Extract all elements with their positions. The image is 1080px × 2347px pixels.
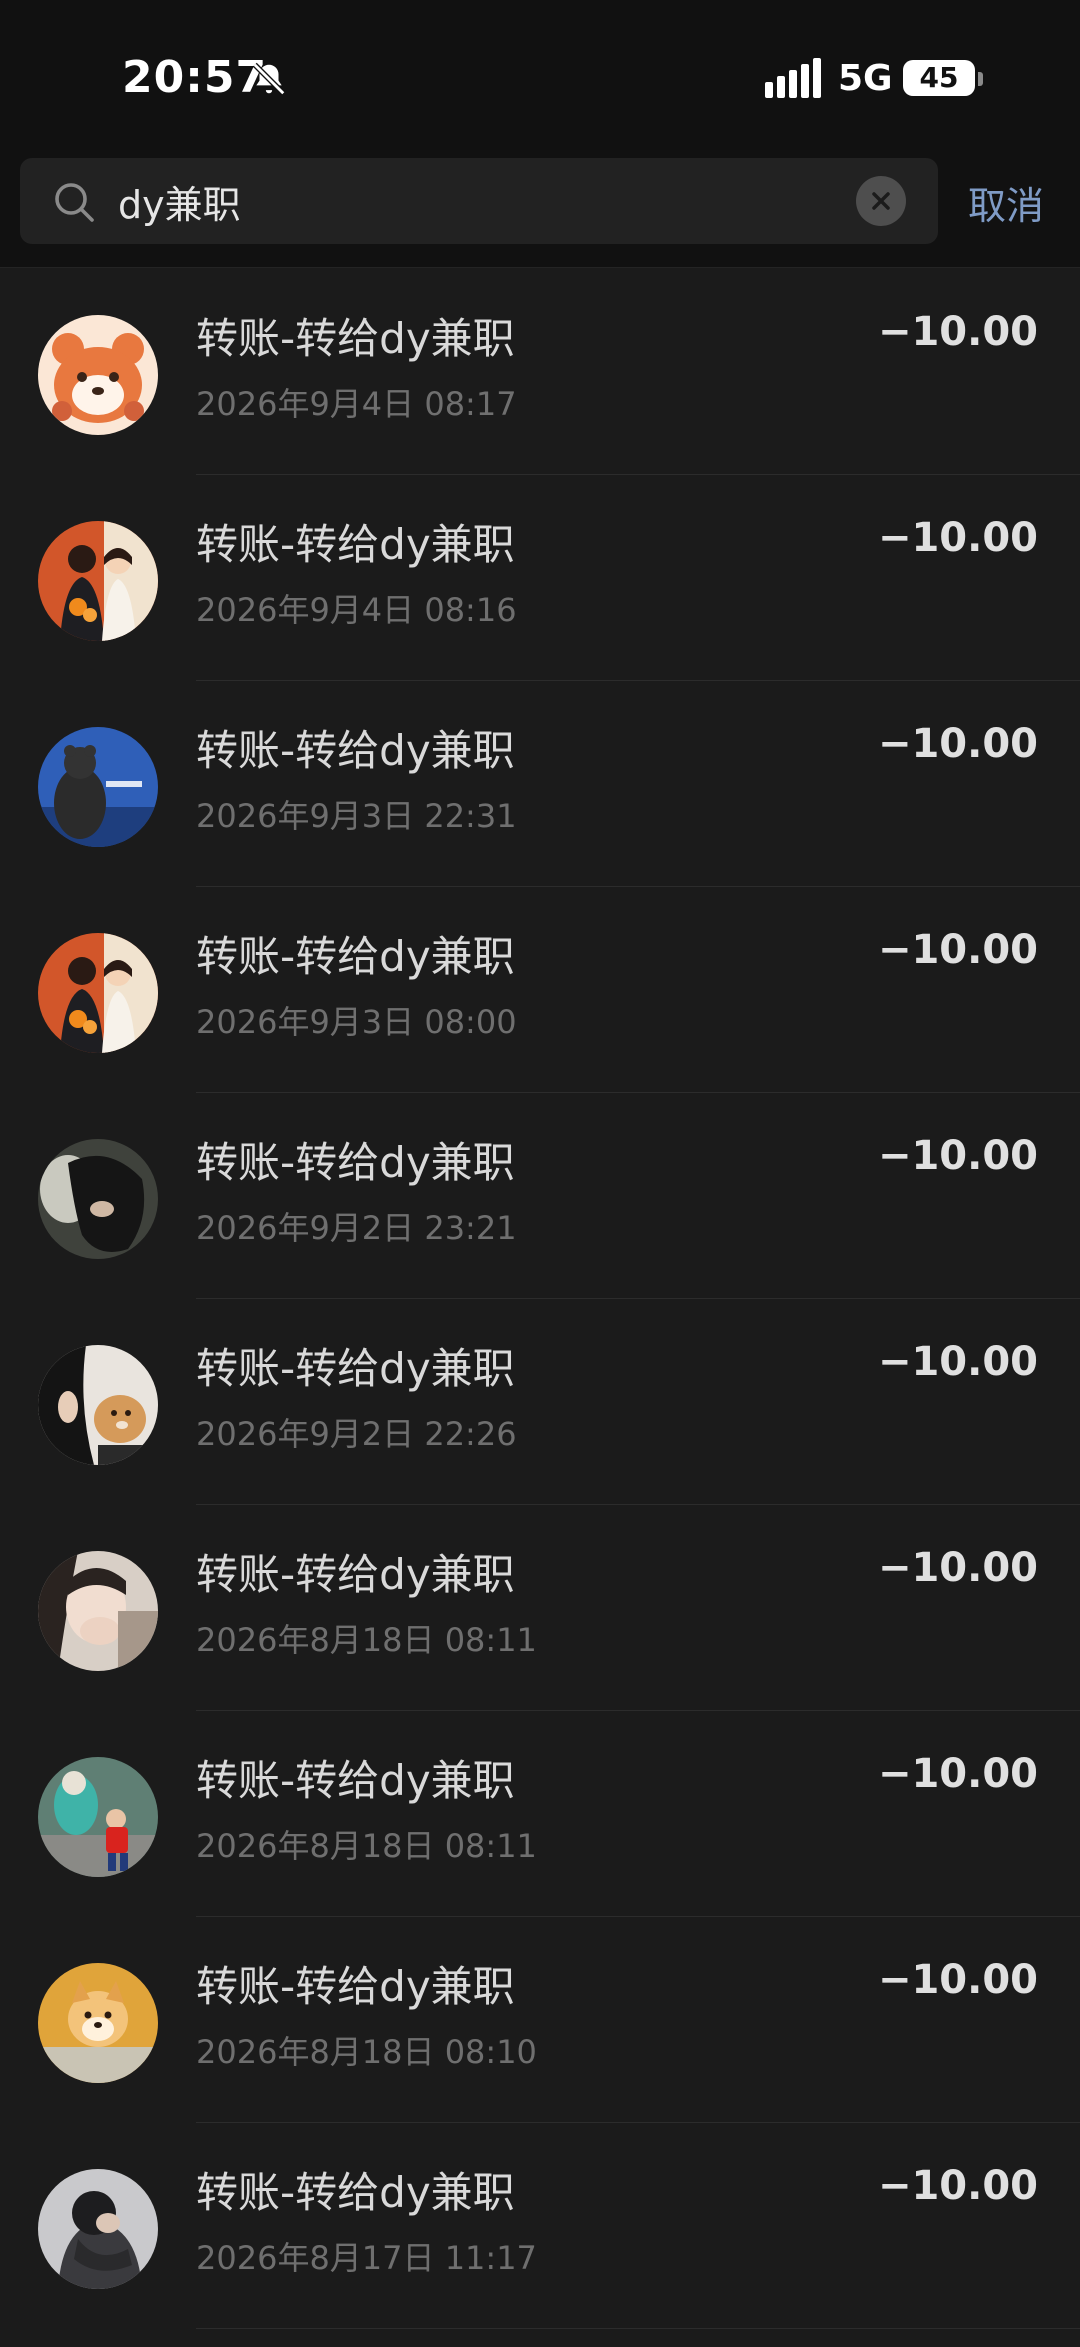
- avatar: [38, 1551, 158, 1671]
- transaction-date: 2026年9月2日 22:26: [196, 1415, 517, 1453]
- transaction-row[interactable]: 转账-转给dy兼职 2026年9月4日 08:16 −10.00: [0, 475, 1080, 681]
- transaction-row[interactable]: 转账-转给dy兼职 2026年9月3日 22:31 −10.00: [0, 681, 1080, 887]
- transaction-date: 2026年9月3日 08:00: [196, 1003, 517, 1041]
- transaction-date: 2026年8月18日 08:10: [196, 2033, 537, 2071]
- status-time: 20:57: [122, 52, 268, 103]
- avatar: [38, 315, 158, 435]
- transaction-title: 转账-转给dy兼职: [196, 1138, 515, 1187]
- transaction-date: 2026年8月18日 08:11: [196, 1621, 537, 1659]
- transaction-title: 转账-转给dy兼职: [196, 520, 515, 569]
- transaction-row[interactable]: 转账-转给dy兼职 2026年9月2日 22:26 −10.00: [0, 1299, 1080, 1505]
- transaction-title: 转账-转给dy兼职: [196, 1756, 515, 1805]
- transaction-row[interactable]: 转账-转给dy兼职 2026年9月2日 23:21 −10.00: [0, 1093, 1080, 1299]
- avatar: [38, 933, 158, 1053]
- transaction-date: 2026年9月2日 23:21: [196, 1209, 517, 1247]
- avatar: [38, 521, 158, 641]
- cancel-button[interactable]: 取消: [968, 175, 1044, 230]
- clear-search-button[interactable]: [856, 176, 906, 226]
- transaction-title: 转账-转给dy兼职: [196, 2168, 515, 2217]
- avatar: [38, 1139, 158, 1259]
- close-icon: [872, 192, 890, 210]
- network-type: 5G: [838, 58, 893, 99]
- bell-muted-icon: [252, 62, 286, 96]
- transaction-amount: −10.00: [877, 309, 1038, 355]
- transaction-date: 2026年8月17日 11:17: [196, 2239, 537, 2277]
- transaction-amount: −10.00: [877, 927, 1038, 973]
- transaction-amount: −10.00: [877, 2163, 1038, 2209]
- avatar: [38, 1757, 158, 1877]
- transaction-amount: −10.00: [877, 1133, 1038, 1179]
- transaction-list: 转账-转给dy兼职 2026年9月4日 08:17 −10.00 转账-转给dy…: [0, 269, 1080, 2329]
- divider: [196, 2328, 1080, 2329]
- transaction-amount: −10.00: [877, 1545, 1038, 1591]
- transaction-row[interactable]: 转账-转给dy兼职 2026年9月4日 08:17 −10.00: [0, 269, 1080, 475]
- avatar: [38, 2169, 158, 2289]
- transaction-amount: −10.00: [877, 721, 1038, 767]
- transaction-title: 转账-转给dy兼职: [196, 1962, 515, 2011]
- transaction-title: 转账-转给dy兼职: [196, 314, 515, 363]
- transaction-row[interactable]: 转账-转给dy兼职 2026年8月18日 08:10 −10.00: [0, 1917, 1080, 2123]
- transaction-title: 转账-转给dy兼职: [196, 1344, 515, 1393]
- transaction-date: 2026年9月4日 08:17: [196, 385, 517, 423]
- transaction-amount: −10.00: [877, 515, 1038, 561]
- status-bar: 20:57 5G 45: [0, 0, 1080, 150]
- search-box[interactable]: [20, 158, 938, 244]
- search-header: 取消: [0, 150, 1080, 268]
- transaction-date: 2026年9月4日 08:16: [196, 591, 517, 629]
- battery-level: 45: [919, 61, 959, 94]
- transaction-row[interactable]: 转账-转给dy兼职 2026年8月17日 11:17 −10.00: [0, 2123, 1080, 2329]
- transaction-amount: −10.00: [877, 1957, 1038, 2003]
- transaction-date: 2026年8月18日 08:11: [196, 1827, 537, 1865]
- transaction-date: 2026年9月3日 22:31: [196, 797, 517, 835]
- battery-cap: [978, 72, 983, 86]
- search-icon: [55, 183, 94, 222]
- transaction-row[interactable]: 转账-转给dy兼职 2026年8月18日 08:11 −10.00: [0, 1505, 1080, 1711]
- transaction-amount: −10.00: [877, 1751, 1038, 1797]
- avatar: [38, 1963, 158, 2083]
- transaction-amount: −10.00: [877, 1339, 1038, 1385]
- signal-strength-icon: [765, 58, 821, 98]
- transaction-title: 转账-转给dy兼职: [196, 932, 515, 981]
- avatar: [38, 1345, 158, 1465]
- search-input[interactable]: [118, 158, 848, 244]
- transaction-title: 转账-转给dy兼职: [196, 726, 515, 775]
- avatar: [38, 727, 158, 847]
- transaction-row[interactable]: 转账-转给dy兼职 2026年9月3日 08:00 −10.00: [0, 887, 1080, 1093]
- battery-icon: 45: [903, 60, 975, 96]
- transaction-title: 转账-转给dy兼职: [196, 1550, 515, 1599]
- transaction-row[interactable]: 转账-转给dy兼职 2026年8月18日 08:11 −10.00: [0, 1711, 1080, 1917]
